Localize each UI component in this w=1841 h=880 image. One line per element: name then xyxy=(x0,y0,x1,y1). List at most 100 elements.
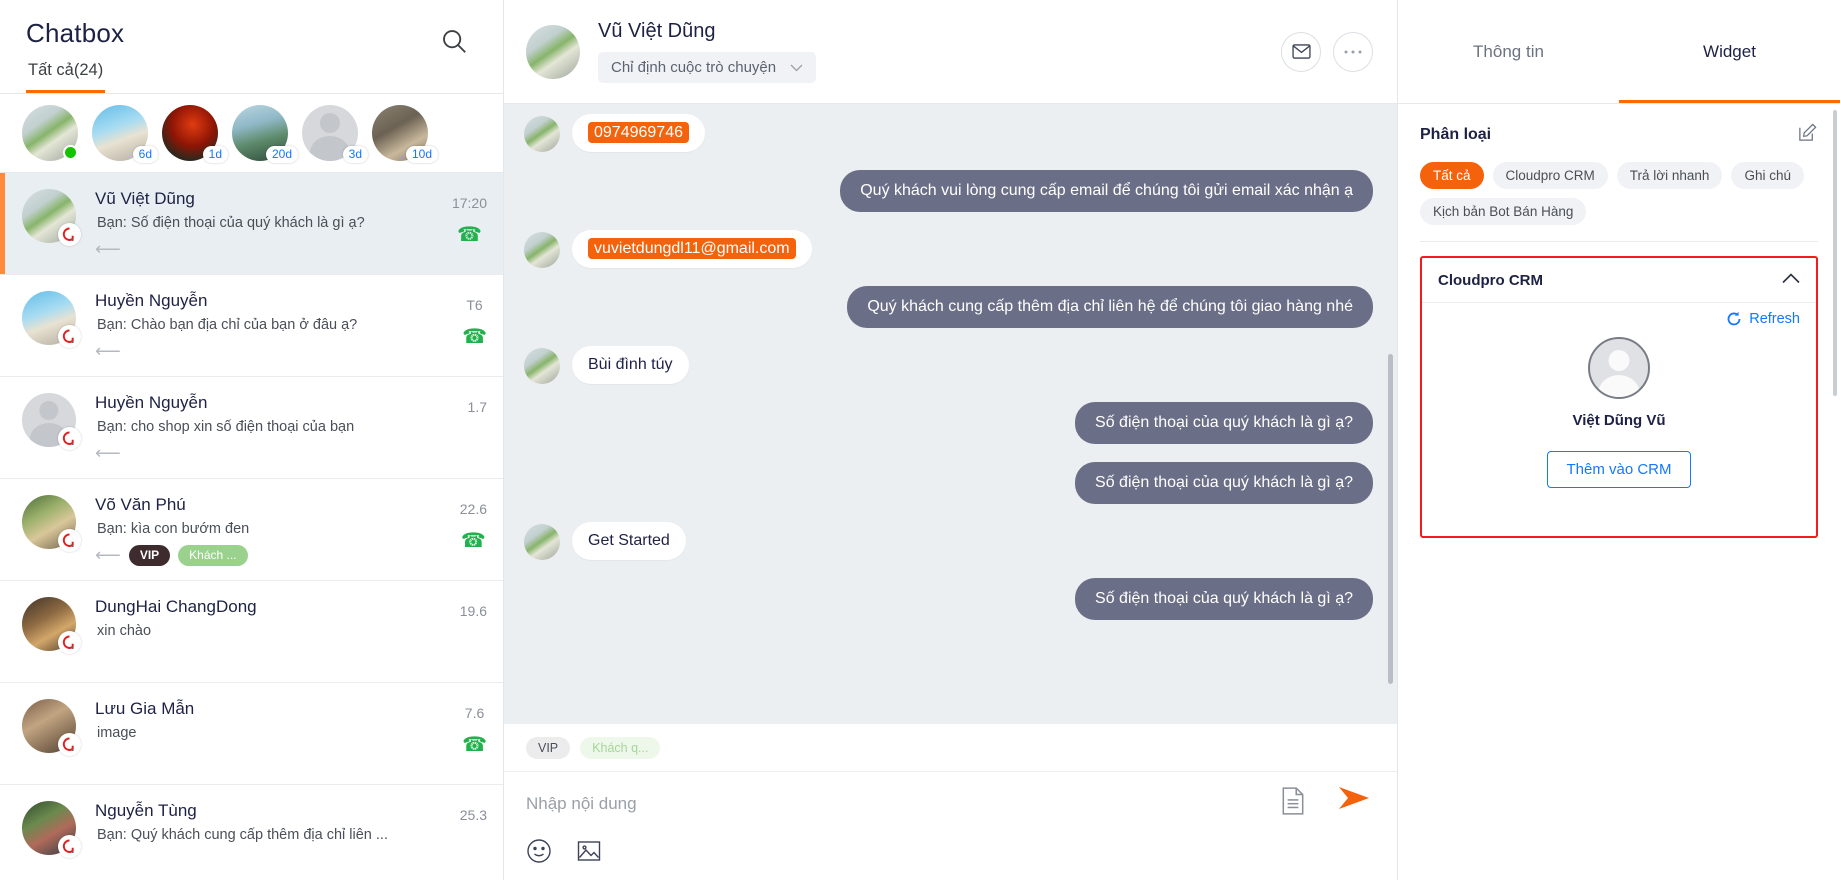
story-item[interactable]: 20d xyxy=(232,105,298,163)
avatar xyxy=(524,232,560,268)
page-title: Chatbox xyxy=(26,18,125,48)
emoji-icon[interactable] xyxy=(526,838,554,866)
channel-source-icon xyxy=(58,835,81,858)
crm-profile-name: Việt Dũng Vũ xyxy=(1572,412,1666,429)
chevron-up-icon[interactable] xyxy=(1782,271,1800,289)
conversation-timestamp: T6 xyxy=(466,297,483,313)
message-input[interactable]: Nhập nội dung xyxy=(504,772,1397,834)
tab-all[interactable]: Tất cả(24) xyxy=(26,59,106,93)
conversation-name: DungHai ChangDong xyxy=(95,597,257,616)
avatar xyxy=(524,524,560,560)
message-bubble: Bùi đình túy xyxy=(572,346,689,384)
tag-guest[interactable]: Khách q... xyxy=(580,736,661,759)
refresh-icon xyxy=(1727,311,1741,326)
conversation-snippet: Bạn: Quý khách cung cấp thêm địa chỉ liê… xyxy=(97,827,388,843)
category-chip[interactable]: Ghi chú xyxy=(1731,162,1804,189)
widget-title: Cloudpro CRM xyxy=(1438,271,1543,289)
story-age-badge: 6d xyxy=(132,146,158,163)
widget-refresh-row: Refresh xyxy=(1422,303,1816,327)
reply-arrow-icon: ⟵ xyxy=(95,341,121,361)
phone-icon[interactable]: ☎ xyxy=(461,531,486,551)
mail-icon[interactable] xyxy=(1281,31,1321,72)
channel-source-icon xyxy=(58,427,81,450)
chat-scroll-thumb[interactable] xyxy=(1388,353,1393,684)
conversation-snippet: Bạn: kìa con bướm đen xyxy=(97,521,250,537)
conversation-item[interactable]: DungHai ChangDong xin chào 19.6 xyxy=(0,581,503,683)
highlighted-value: vuvietdungdl11@gmail.com xyxy=(588,238,796,259)
message-row-incoming: Get Started xyxy=(524,522,1373,560)
assign-conversation-dropdown[interactable]: Chỉ định cuộc trò chuyện xyxy=(598,52,817,83)
conversation-list[interactable]: Vũ Việt Dũng Bạn: Số điện thoại của quý … xyxy=(0,173,503,880)
conversation-tag[interactable]: Khách ... xyxy=(178,544,248,566)
category-chip[interactable]: Tất cả xyxy=(1420,162,1484,189)
refresh-button[interactable]: Refresh xyxy=(1726,311,1800,327)
message-composer: VIP Khách q... Nhập nội dung xyxy=(504,724,1397,880)
tag-vip[interactable]: VIP xyxy=(526,736,571,759)
chat-scrollbar[interactable] xyxy=(1388,112,1393,716)
story-item[interactable]: 1d xyxy=(162,105,228,163)
details-scroll-thumb[interactable] xyxy=(1833,110,1837,396)
channel-source-icon xyxy=(58,631,81,654)
story-item[interactable]: 6d xyxy=(92,105,158,163)
channel-source-icon xyxy=(58,325,81,348)
chat-avatar xyxy=(526,24,580,79)
category-chip[interactable]: Kịch bản Bot Bán Hàng xyxy=(1420,198,1587,225)
phone-icon[interactable]: ☎ xyxy=(462,735,487,755)
conversation-snippet: xin chào xyxy=(97,623,152,639)
phone-icon[interactable]: ☎ xyxy=(462,327,487,347)
add-to-crm-button[interactable]: Thêm vào CRM xyxy=(1547,451,1691,488)
conversation-name: Huyền Nguyễn xyxy=(95,291,208,310)
widget-header: Cloudpro CRM xyxy=(1422,258,1816,303)
category-chip[interactable]: Trả lời nhanh xyxy=(1616,162,1723,189)
reply-arrow-icon: ⟵ xyxy=(95,239,121,259)
conversation-item[interactable]: Lưu Gia Mẫn image 7.6 ☎ xyxy=(0,683,503,785)
phone-icon[interactable]: ☎ xyxy=(457,225,482,245)
avatar xyxy=(22,495,81,552)
avatar xyxy=(22,189,81,246)
ellipsis-icon[interactable] xyxy=(1333,31,1373,72)
conversation-name: Võ Văn Phú xyxy=(95,495,186,514)
story-strip: 6d 1d 20d 3d 10d xyxy=(0,94,503,173)
chat-contact-name: Vũ Việt Dũng xyxy=(598,20,716,42)
file-icon[interactable] xyxy=(1281,786,1309,815)
edit-icon[interactable] xyxy=(1797,122,1818,148)
channel-source-icon xyxy=(58,223,81,246)
story-item[interactable]: 3d xyxy=(302,105,368,163)
image-icon[interactable] xyxy=(576,838,604,866)
conversation-tag[interactable]: VIP xyxy=(128,544,171,566)
story-age-badge: 1d xyxy=(202,146,228,163)
story-item[interactable] xyxy=(22,105,78,161)
conversation-item[interactable]: Huyền Nguyễn Bạn: cho shop xin số điện t… xyxy=(0,377,503,479)
conversation-item[interactable]: Huyền Nguyễn Bạn: Chào bạn địa chỉ của b… xyxy=(0,275,503,377)
tab-widget[interactable]: Widget xyxy=(1619,0,1840,103)
message-row-outgoing: Quý khách cung cấp thêm địa chỉ liên hệ … xyxy=(524,286,1373,328)
filter-tabs: Tất cả(24) xyxy=(26,59,481,93)
conversation-item[interactable]: Võ Văn Phú Bạn: kìa con bướm đen ⟵ VIP Kh… xyxy=(0,479,503,581)
tab-thông-tin[interactable]: Thông tin xyxy=(1398,0,1619,103)
avatar xyxy=(22,699,81,756)
conversation-item[interactable]: Nguyễn Tùng Bạn: Quý khách cung cấp thêm… xyxy=(0,785,503,880)
story-age-badge: 10d xyxy=(405,146,438,163)
conversation-name: Lưu Gia Mẫn xyxy=(95,699,195,718)
message-bubble: Số điện thoại của quý khách là gì ạ? xyxy=(1075,402,1373,444)
category-chips: Tất cả Cloudpro CRM Trả lời nhanh Ghi ch… xyxy=(1420,162,1818,225)
refresh-label: Refresh xyxy=(1749,311,1800,327)
story-item[interactable]: 10d xyxy=(372,105,438,163)
message-bubble: Quý khách vui lòng cung cấp email để chú… xyxy=(840,170,1373,212)
conversation-snippet: Bạn: Chào bạn địa chỉ của bạn ở đâu ạ? xyxy=(97,317,358,333)
avatar xyxy=(22,291,81,348)
conversation-item[interactable]: Vũ Việt Dũng Bạn: Số điện thoại của quý … xyxy=(0,173,503,275)
chat-header-actions xyxy=(1281,31,1373,72)
channel-source-icon xyxy=(58,529,81,552)
highlighted-value: 0974969746 xyxy=(588,122,689,143)
category-chip[interactable]: Cloudpro CRM xyxy=(1492,162,1608,189)
message-row-incoming: vuvietdungdl11@gmail.com xyxy=(524,230,1373,268)
channel-source-icon xyxy=(58,733,81,756)
conversation-timestamp: 7.6 xyxy=(464,705,485,721)
message-bubble: Get Started xyxy=(572,522,686,560)
search-icon[interactable] xyxy=(439,26,469,56)
conversation-timestamp: 19.6 xyxy=(459,603,487,619)
send-icon[interactable] xyxy=(1337,785,1371,816)
category-section-header: Phân loại xyxy=(1420,122,1818,148)
crm-profile: Việt Dũng Vũ Thêm vào CRM xyxy=(1422,337,1816,488)
